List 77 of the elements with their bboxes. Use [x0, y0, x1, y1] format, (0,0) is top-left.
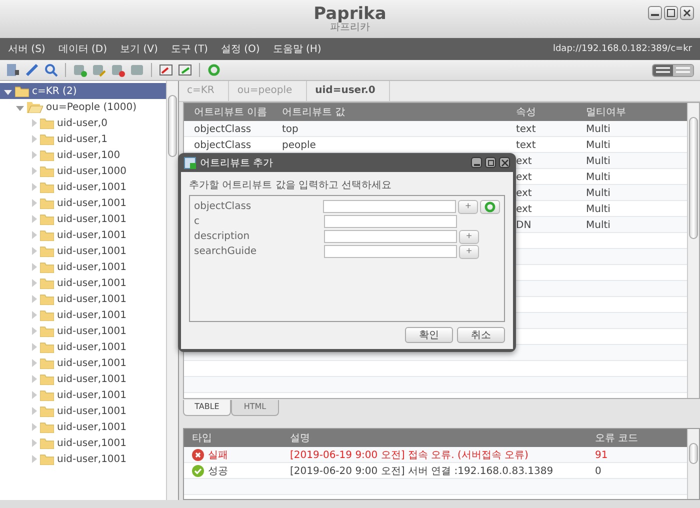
connection-url: ldap://192.168.0.182:389/c=kr: [552, 44, 692, 54]
cancel-button[interactable]: 취소: [457, 327, 505, 343]
error-code: 91: [594, 450, 609, 461]
table-cell: ext: [516, 156, 532, 166]
add-button[interactable]: +: [459, 230, 479, 244]
tree-item[interactable]: uid-user,1001: [0, 195, 166, 211]
ok-button[interactable]: 확인: [405, 327, 453, 343]
column-header: 어트리뷰트 이름: [193, 106, 268, 119]
tree-item[interactable]: uid-user,1001: [0, 339, 166, 355]
menu-item[interactable]: 도구 (T): [170, 42, 208, 56]
field-label: searchGuide: [194, 246, 258, 257]
tree-item[interactable]: uid-user,1001: [0, 355, 166, 371]
field-label: c: [194, 216, 200, 227]
table-cell: top: [282, 124, 298, 134]
column-header: 어트리뷰트 값: [282, 106, 346, 119]
tab[interactable]: HTML: [231, 400, 279, 416]
table-cell: text: [516, 140, 536, 150]
column-header: 타입: [191, 432, 213, 446]
tree-item[interactable]: uid-user,1001: [0, 243, 166, 259]
table-cell: Multi: [586, 188, 610, 198]
table-cell: Multi: [586, 220, 610, 230]
tree-item[interactable]: uid-user,1001: [0, 307, 166, 323]
tree-item[interactable]: uid-user,1001: [0, 403, 166, 419]
menu-item[interactable]: 데이터 (D): [58, 42, 108, 56]
table-cell: Multi: [586, 156, 610, 166]
table-cell: ext: [516, 204, 532, 214]
tree-item[interactable]: ou=People (1000): [0, 99, 166, 115]
tree-item[interactable]: uid-user,1001: [0, 419, 166, 435]
tree-item[interactable]: uid-user,1001: [0, 275, 166, 291]
tree-item[interactable]: uid-user,1001: [0, 259, 166, 275]
tree-item[interactable]: uid-user,1001: [0, 211, 166, 227]
table-cell: Multi: [586, 204, 610, 214]
field-label: objectClass: [194, 201, 252, 212]
table-cell: Multi: [586, 124, 610, 134]
tree-item[interactable]: uid-user,1001: [0, 387, 166, 403]
table-cell: objectClass: [194, 140, 252, 150]
log-message: [2019-06-19 9:00 오전] 접속 오류. (서버접속 오류): [290, 449, 530, 462]
table-cell: ext: [516, 188, 532, 198]
tree-item[interactable]: c=KR (2): [0, 83, 166, 99]
tree-item[interactable]: uid-user,1001: [0, 323, 166, 339]
tree-item[interactable]: uid-user,1001: [0, 227, 166, 243]
table-cell: Multi: [586, 140, 610, 150]
add-button[interactable]: +: [458, 200, 478, 214]
breadcrumb-item[interactable]: uid=user.0: [307, 81, 390, 101]
instruction-text: 추가할 어트리뷰트 값을 입력하고 선택하세요: [189, 179, 393, 192]
tab[interactable]: TABLE: [183, 400, 231, 416]
column-header: 오류 코드: [594, 432, 640, 446]
tree-item[interactable]: uid-user,1001: [0, 451, 166, 467]
menu-item[interactable]: 서버 (S): [8, 42, 46, 56]
column-header: 멀티여부: [586, 106, 627, 119]
tree-item[interactable]: uid-user,1: [0, 131, 166, 147]
dialog-title: 어트리뷰트 추가: [200, 156, 274, 170]
table-cell: Multi: [586, 172, 610, 182]
app-logo: Paprika 파프리카: [314, 6, 386, 32]
tree-item[interactable]: uid-user,1001: [0, 371, 166, 387]
table-cell: DN: [516, 220, 532, 230]
menu-item[interactable]: 보기 (V): [120, 42, 158, 56]
log-type: 실패: [208, 449, 228, 462]
tree-item[interactable]: uid-user,1001: [0, 291, 166, 307]
log-message: [2019-06-20 9:00 오전] 서버 연결 :192.168.0.83.1389: [290, 465, 554, 478]
tree-item[interactable]: uid-user,1001: [0, 179, 166, 195]
tree-item[interactable]: uid-user,1001: [0, 435, 166, 451]
menu-item[interactable]: 도움말 (H): [272, 42, 322, 56]
tree-item[interactable]: uid-user,1000: [0, 163, 166, 179]
table-cell: ext: [516, 172, 532, 182]
add-button[interactable]: +: [459, 244, 479, 258]
log-type: 성공: [208, 465, 228, 478]
table-cell: people: [282, 140, 316, 150]
error-code: 0: [594, 466, 602, 477]
table-cell: objectClass: [194, 124, 252, 134]
column-header: 설명: [290, 432, 311, 446]
menu-item[interactable]: 설정 (O): [220, 42, 260, 56]
table-cell: text: [516, 124, 536, 134]
column-header: 속성: [516, 106, 537, 119]
tree-item[interactable]: uid-user,0: [0, 115, 166, 131]
field-label: description: [194, 231, 251, 242]
tree-item[interactable]: uid-user,100: [0, 147, 166, 163]
